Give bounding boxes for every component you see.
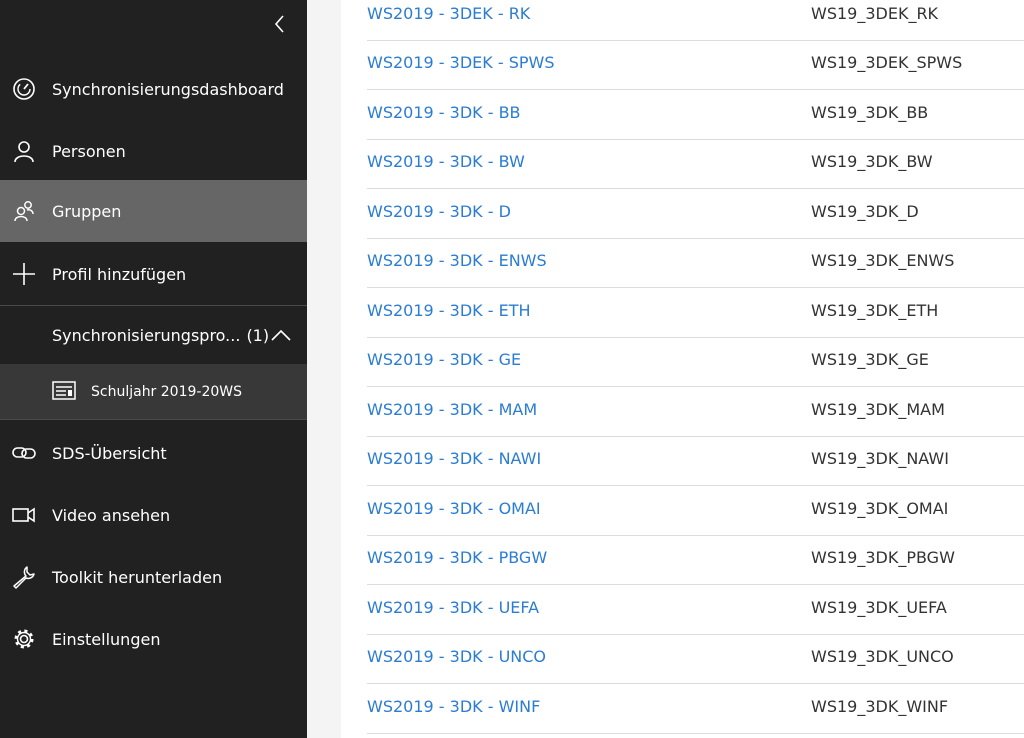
sidebar-item-einstellungen[interactable]: Einstellungen (0, 608, 307, 670)
wrench-icon (12, 565, 36, 589)
table-row: WS2019 - 3DK - ETH WS19_3DK_ETH (367, 288, 1024, 338)
group-mail-nickname: WS19_3DK_MAM (811, 400, 945, 419)
sidebar-item-personen[interactable]: Personen (0, 120, 307, 182)
groups-list: WS2019 - 3DEK - RK WS19_3DEK_RK WS2019 - … (341, 0, 1024, 738)
group-name-link[interactable]: WS2019 - 3DK - BW (367, 152, 525, 171)
sidebar-item-toolkit[interactable]: Toolkit herunterladen (0, 546, 307, 608)
table-row: WS2019 - 3DK - UEFA WS19_3DK_UEFA (367, 585, 1024, 635)
group-mail-nickname: WS19_3DEK_RK (811, 4, 939, 23)
chevron-up-icon (271, 329, 291, 341)
group-mail-nickname: WS19_3DK_NAWI (811, 449, 949, 468)
sidebar-item-label: Synchronisierungsdashboard (52, 79, 284, 99)
link-icon (12, 441, 36, 465)
collapse-sidebar-button[interactable] (266, 10, 294, 38)
group-mail-nickname: WS19_3DK_BW (811, 152, 933, 171)
table-row: WS2019 - 3DK - BB WS19_3DK_BB (367, 90, 1024, 140)
sync-profile-label: Schuljahr 2019-20WS (91, 383, 242, 400)
group-name-link[interactable]: WS2019 - 3DK - UNCO (367, 647, 546, 666)
table-row: WS2019 - 3DEK - RK WS19_3DEK_RK (367, 0, 1024, 41)
group-name-link[interactable]: WS2019 - 3DK - ETH (367, 301, 531, 320)
group-name-link[interactable]: WS2019 - 3DK - GE (367, 350, 521, 369)
group-name-link[interactable]: WS2019 - 3DK - NAWI (367, 449, 541, 468)
chevron-left-icon (274, 15, 284, 33)
group-mail-nickname: WS19_3DK_ETH (811, 301, 939, 320)
sidebar-item-label: Einstellungen (52, 629, 161, 649)
sidebar-item-video[interactable]: Video ansehen (0, 484, 307, 546)
table-row: WS2019 - 3DK - PBGW WS19_3DK_PBGW (367, 535, 1024, 585)
person-icon (12, 139, 36, 163)
group-name-link[interactable]: WS2019 - 3DEK - RK (367, 4, 530, 23)
sidebar-item-dashboard[interactable]: Synchronisierungsdashboard (0, 58, 307, 120)
table-row: WS2019 - 3DK - GE WS19_3DK_GE (367, 337, 1024, 387)
group-name-link[interactable]: WS2019 - 3DK - PBGW (367, 548, 547, 567)
group-mail-nickname: WS19_3DK_UEFA (811, 598, 947, 617)
group-mail-nickname: WS19_3DEK_SPWS (811, 53, 963, 72)
sidebar: Synchronisierungsdashboard Personen Grup… (0, 0, 307, 738)
group-mail-nickname: WS19_3DK_WINF (811, 697, 949, 716)
sidebar-item-label: Toolkit herunterladen (52, 567, 223, 587)
group-mail-nickname: WS19_3DK_GE (811, 350, 929, 369)
table-row: WS2019 - 3DK - ENWS WS19_3DK_ENWS (367, 238, 1024, 288)
group-mail-nickname: WS19_3DK_UNCO (811, 647, 954, 666)
group-name-link[interactable]: WS2019 - 3DK - D (367, 202, 511, 221)
sidebar-item-uebersicht[interactable]: SDS-Übersicht (0, 422, 307, 484)
table-row: WS2019 - 3DK - D WS19_3DK_D (367, 189, 1024, 239)
sync-profile-item[interactable]: Schuljahr 2019-20WS (0, 364, 307, 419)
group-mail-nickname: WS19_3DK_D (811, 202, 919, 221)
sidebar-item-profil[interactable]: Profil hinzufügen (0, 243, 307, 305)
sidebar-item-label: Gruppen (52, 201, 122, 221)
group-mail-nickname: WS19_3DK_OMAI (811, 499, 949, 518)
table-row: WS2019 - 3DK - UNCO WS19_3DK_UNCO (367, 634, 1024, 684)
sync-profiles-toggle[interactable]: Synchronisierungspro... (1) (0, 306, 307, 364)
sync-profiles-count: (1) (246, 325, 270, 345)
group-mail-nickname: WS19_3DK_BB (811, 103, 929, 122)
table-row: WS2019 - 3DK - BW WS19_3DK_BW (367, 139, 1024, 189)
group-name-link[interactable]: WS2019 - 3DK - ENWS (367, 251, 547, 270)
divider (0, 419, 307, 420)
sidebar-item-label: SDS-Übersicht (52, 443, 167, 463)
table-row: WS2019 - 3DK - MAM WS19_3DK_MAM (367, 387, 1024, 437)
group-name-link[interactable]: WS2019 - 3DK - MAM (367, 400, 537, 419)
sync-profiles-label: Synchronisierungspro... (1) (52, 325, 270, 345)
group-name-link[interactable]: WS2019 - 3DK - BB (367, 103, 521, 122)
group-name-link[interactable]: WS2019 - 3DEK - SPWS (367, 53, 554, 72)
sidebar-item-label: Profil hinzufügen (52, 264, 187, 284)
table-row: WS2019 - 3DK - OMAI WS19_3DK_OMAI (367, 486, 1024, 536)
group-name-link[interactable]: WS2019 - 3DK - UEFA (367, 598, 539, 617)
video-icon (12, 503, 36, 527)
sidebar-item-label: Personen (52, 141, 126, 161)
gear-icon (12, 627, 36, 651)
table-row: WS2019 - 3DEK - SPWS WS19_3DEK_SPWS (367, 40, 1024, 90)
table-row: WS2019 - 3DK - WINF WS19_3DK_WINF (367, 684, 1024, 734)
group-mail-nickname: WS19_3DK_ENWS (811, 251, 955, 270)
group-name-link[interactable]: WS2019 - 3DK - OMAI (367, 499, 541, 518)
group-name-link[interactable]: WS2019 - 3DK - WINF (367, 697, 540, 716)
sidebar-item-label: Video ansehen (52, 505, 171, 525)
sidebar-item-gruppen[interactable]: Gruppen (0, 180, 307, 242)
profile-card-icon (52, 381, 76, 400)
group-icon (12, 199, 36, 223)
gauge-icon (12, 77, 36, 101)
plus-icon (12, 262, 36, 286)
group-mail-nickname: WS19_3DK_PBGW (811, 548, 955, 567)
table-row: WS2019 - 3DK - NAWI WS19_3DK_NAWI (367, 436, 1024, 486)
